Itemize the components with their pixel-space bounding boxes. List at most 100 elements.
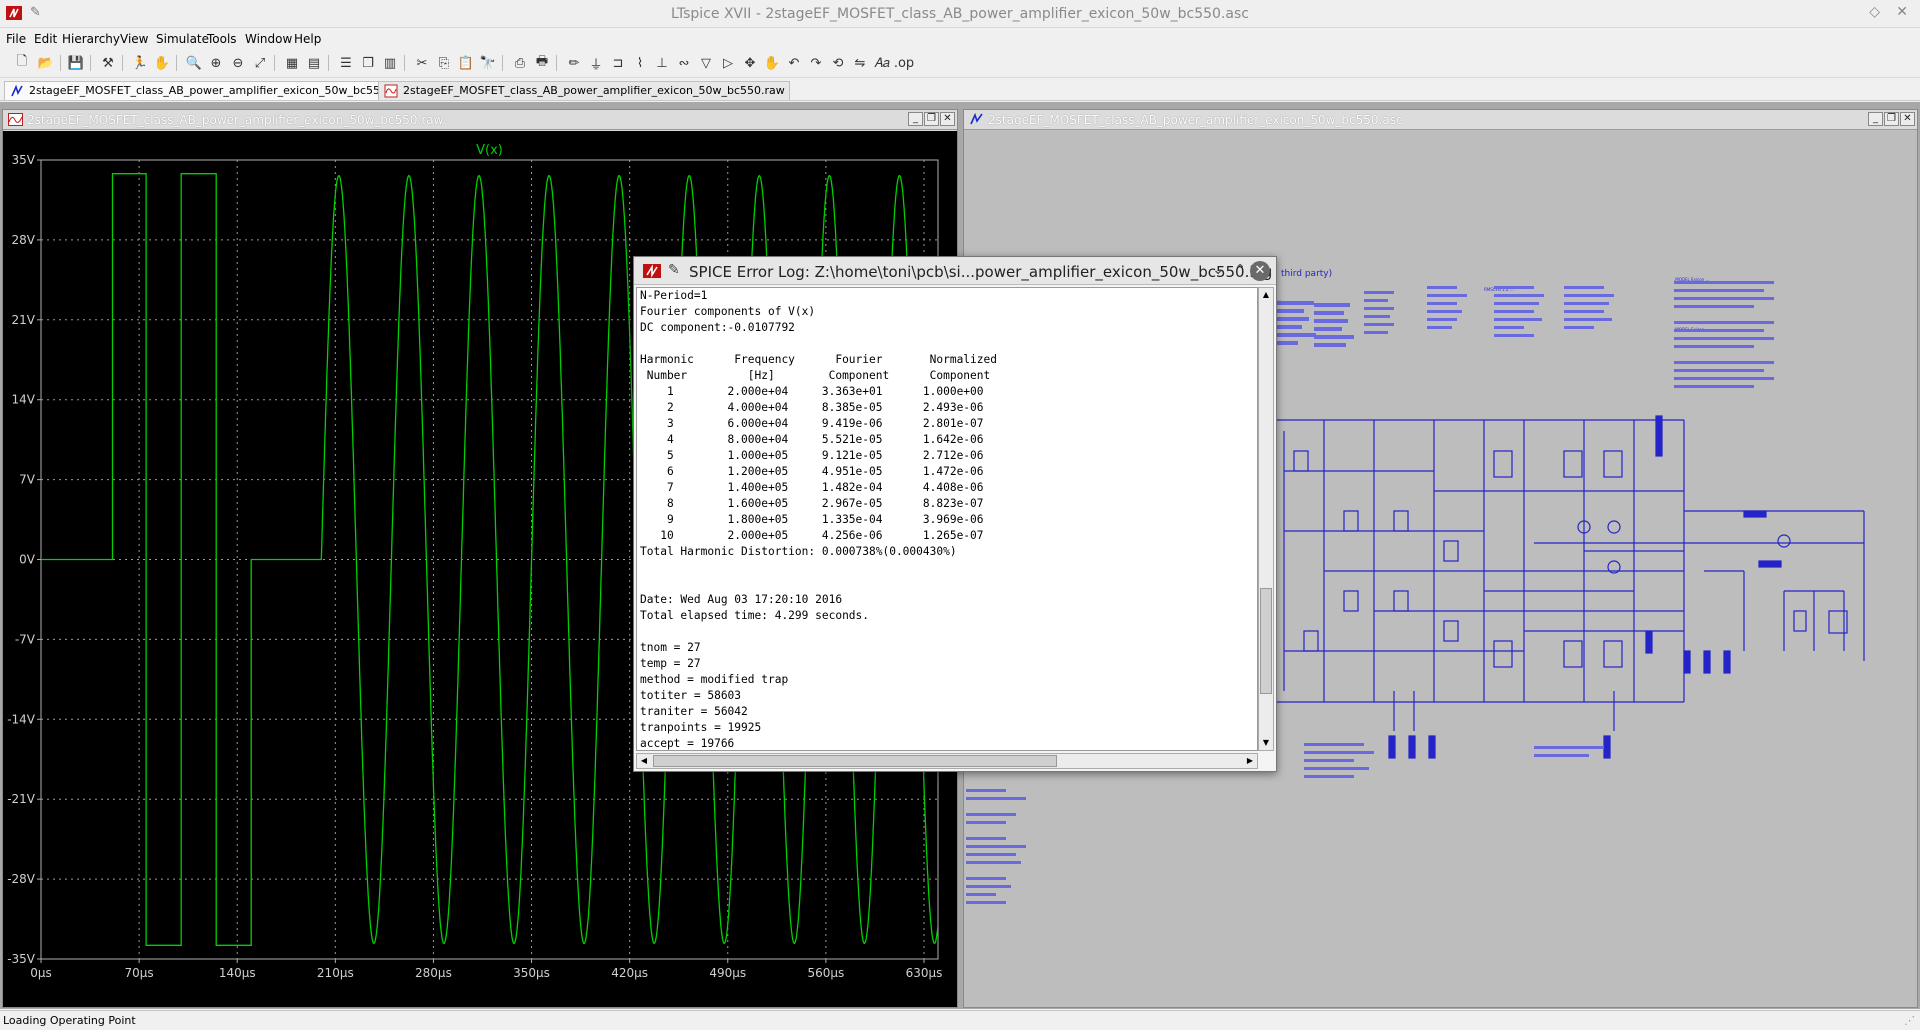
draw-wire-icon[interactable]: ✏ <box>564 53 584 73</box>
close-button[interactable]: ✕ <box>940 112 955 126</box>
log-line: 4 8.000e+04 5.521e-05 1.642e-06 <box>640 433 984 446</box>
menu-simulate[interactable]: Simulate <box>156 32 209 46</box>
print-icon[interactable]: 🖶 <box>532 53 552 73</box>
y-tick-label: 28V <box>12 233 36 247</box>
undo-icon[interactable]: ↶ <box>784 53 804 73</box>
minimize-button[interactable]: _ <box>908 112 923 126</box>
close-button[interactable]: ✕ <box>1900 112 1915 126</box>
print-preview-icon[interactable]: ⎙ <box>510 53 530 73</box>
capacitor-icon[interactable]: ⊥ <box>652 53 672 73</box>
spice-directive-icon[interactable]: .op <box>894 53 914 73</box>
find-icon[interactable]: 🔭 <box>478 53 498 73</box>
mirror-icon[interactable]: ⇋ <box>850 53 870 73</box>
scroll-right-icon[interactable]: ▶ <box>1243 754 1257 768</box>
y-tick-label: -35V <box>7 952 36 966</box>
x-tick-label: 210µs <box>317 966 354 980</box>
ground-icon[interactable]: ⏚ <box>586 53 606 73</box>
component-icon[interactable]: ▷ <box>718 53 738 73</box>
log-line: Number [Hz] Component Component <box>640 369 991 382</box>
y-tick-label: -7V <box>15 632 36 646</box>
tab-waveform[interactable]: 2stageEF_MOSFET_class_AB_power_amplifier… <box>378 81 790 100</box>
minimize-icon[interactable]: ◇ <box>1869 4 1880 20</box>
x-tick-label: 350µs <box>513 966 550 980</box>
menu-help[interactable]: Help <box>294 32 321 46</box>
menu-view[interactable]: View <box>120 32 148 46</box>
pin-icon[interactable]: ✎ <box>668 262 680 278</box>
copy-icon[interactable]: ⎘ <box>434 53 454 73</box>
resistor-icon[interactable]: ⌇ <box>630 53 650 73</box>
text-icon[interactable]: 𝐴𝑎 <box>872 53 892 73</box>
zoom-in-icon[interactable]: 🔍 <box>184 53 204 73</box>
tile-vertical-icon[interactable]: ▥ <box>380 53 400 73</box>
log-line: Total elapsed time: 4.299 seconds. <box>640 609 870 622</box>
scroll-up-icon[interactable]: ▲ <box>1259 288 1273 302</box>
log-line: tranpoints = 19925 <box>640 721 762 734</box>
new-schematic-icon[interactable]: 🗋 <box>12 53 32 73</box>
menu-edit[interactable]: Edit <box>34 32 57 46</box>
restore-button[interactable]: ❐ <box>1884 112 1899 126</box>
close-icon[interactable]: ✕ <box>1250 261 1270 281</box>
scrollbar-thumb[interactable] <box>1260 588 1272 694</box>
inductor-icon[interactable]: ∾ <box>674 53 694 73</box>
rotate-icon[interactable]: ⟲ <box>828 53 848 73</box>
x-tick-label: 630µs <box>906 966 943 980</box>
resize-grip-icon[interactable]: ⋰ <box>1904 1014 1918 1028</box>
open-icon[interactable]: 📂 <box>36 53 56 73</box>
paste-icon[interactable]: 📋 <box>456 53 476 73</box>
zoom-fit-icon[interactable]: ⤢ <box>250 53 270 73</box>
log-dialog-titlebar[interactable]: ✎ SPICE Error Log: Z:\home\toni\pcb\si..… <box>634 257 1276 285</box>
menu-tools[interactable]: Tools <box>207 32 237 46</box>
menu-file[interactable]: File <box>6 32 26 46</box>
log-line: N-Period=1 <box>640 289 708 302</box>
halt-icon[interactable]: ✋ <box>152 53 172 73</box>
diode-icon[interactable]: ▽ <box>696 53 716 73</box>
menu-window[interactable]: Window <box>245 32 292 46</box>
restore-button[interactable]: ❐ <box>924 112 939 126</box>
y-tick-label: 0V <box>19 553 36 567</box>
cascade-icon[interactable]: ❐ <box>358 53 378 73</box>
move-icon[interactable]: ✥ <box>740 53 760 73</box>
horizontal-scrollbar[interactable]: ◀ ▶ <box>636 753 1258 769</box>
log-text-area[interactable]: N-Period=1 Fourier components of V(x) DC c… <box>636 287 1258 751</box>
run-icon[interactable]: 🏃 <box>130 53 150 73</box>
log-line: 9 1.800e+05 1.335e-04 3.969e-06 <box>640 513 984 526</box>
minimize-button[interactable]: _ <box>1868 112 1883 126</box>
x-tick-label: 560µs <box>807 966 844 980</box>
title-bar: ✎ LTspice XVII - 2stageEF_MOSFET_class_A… <box>0 0 1920 28</box>
schematic-window-titlebar[interactable]: 2stageEF_MOSFET_class_AB_power_amplifier… <box>964 110 1917 130</box>
scrollbar-thumb[interactable] <box>653 755 1057 767</box>
waveform-window-titlebar[interactable]: 2stageEF_MOSFET_class_AB_power_amplifier… <box>3 110 957 130</box>
chevron-down-icon[interactable]: ⌄ <box>1212 262 1224 278</box>
schematic-visible-label: third party) <box>1281 269 1332 279</box>
zoom-out-icon[interactable]: ⊖ <box>228 53 248 73</box>
chevron-up-icon[interactable]: ⌃ <box>1234 262 1246 278</box>
cut-icon[interactable]: ✂ <box>412 53 432 73</box>
drag-icon[interactable]: ✋ <box>762 53 782 73</box>
close-icon[interactable]: ✕ <box>1896 4 1908 20</box>
scroll-down-icon[interactable]: ▼ <box>1259 736 1273 750</box>
log-line: 2 4.000e+04 8.385e-05 2.493e-06 <box>640 401 984 414</box>
log-line: Harmonic Frequency Fourier Normalized <box>640 353 997 366</box>
ltspice-logo-icon <box>643 264 661 278</box>
label-net-icon[interactable]: ⊐ <box>608 53 628 73</box>
tile-horizontal-icon[interactable]: ☰ <box>336 53 356 73</box>
redo-icon[interactable]: ↷ <box>806 53 826 73</box>
schematic-file-icon <box>970 113 983 125</box>
save-icon[interactable]: 💾 <box>66 53 86 73</box>
waveform-file-icon <box>8 113 23 126</box>
control-panel-icon[interactable]: ⚒ <box>98 53 118 73</box>
autorange-icon[interactable]: ▦ <box>282 53 302 73</box>
waveform-file-icon <box>384 84 398 98</box>
scroll-left-icon[interactable]: ◀ <box>637 754 651 768</box>
x-tick-label: 0µs <box>30 966 52 980</box>
grid-icon[interactable]: ▤ <box>304 53 324 73</box>
menu-hierarchy[interactable]: Hierarchy <box>62 32 120 46</box>
schematic-window-title: 2stageEF_MOSFET_class_AB_power_amplifier… <box>988 113 1403 127</box>
spice-error-log-dialog[interactable]: ✎ SPICE Error Log: Z:\home\toni\pcb\si..… <box>633 256 1277 772</box>
tab-schematic[interactable]: 2stageEF_MOSFET_class_AB_power_amplifier… <box>4 81 415 100</box>
zoom-pan-icon[interactable]: ⊕ <box>206 53 226 73</box>
vertical-scrollbar[interactable]: ▲ ▼ <box>1258 287 1274 751</box>
